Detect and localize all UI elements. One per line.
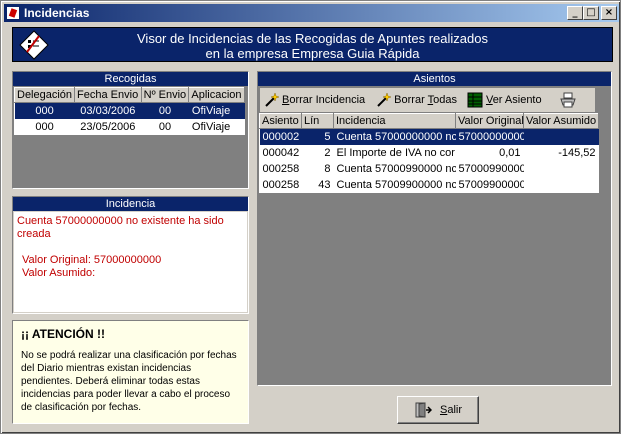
incidencia-title: Incidencia: [13, 197, 248, 211]
borrar-incidencia-button[interactable]: Borrar Incidencia: [260, 89, 368, 111]
printer-icon: [559, 92, 576, 108]
cell-delegacion: 000: [14, 102, 75, 119]
col-incidencia[interactable]: Incidencia: [333, 113, 456, 129]
cell-incidencia: El Importe de IVA no cor: [336, 146, 455, 159]
table-row[interactable]: 000258 43 Cuenta 57009900000 nc 57009900…: [260, 177, 599, 193]
col-delegacion[interactable]: Delegación: [13, 87, 76, 103]
cell-asiento: 000258: [262, 178, 300, 191]
cell-lin: 43: [318, 178, 331, 191]
col-valor-original[interactable]: Valor Original: [455, 113, 524, 129]
cell-incidencia: Cuenta 57000990000 nc: [336, 162, 456, 175]
incidencia-line2: creada: [17, 228, 51, 240]
cell-valor-asumido: [524, 161, 599, 177]
table-row[interactable]: 000042 2 El Importe de IVA no cor 0,01 -…: [260, 145, 599, 161]
cell-valor-original: 57009900000: [458, 178, 524, 191]
col-valor-asumido[interactable]: Valor Asumido: [523, 113, 599, 129]
recogidas-panel: Recogidas Delegación Fecha Envio Nº Envi…: [12, 71, 249, 189]
atencion-notice: ¡¡ ATENCIÓN !! No se podrá realizar una …: [12, 320, 249, 424]
incidencia-panel: Incidencia Cuenta 57000000000 no existen…: [12, 196, 249, 314]
cell-asiento: 000002: [259, 128, 302, 145]
grid-table-icon: [467, 92, 483, 108]
col-aplicacion[interactable]: Aplicacion: [188, 87, 245, 103]
cell-n-envio: 00: [141, 102, 189, 119]
cell-n-envio: 00: [158, 120, 172, 133]
incidencia-detail: Cuenta 57000000000 no existente ha sido …: [14, 212, 247, 312]
cell-asiento: 000258: [262, 162, 300, 175]
cell-valor-original: 57000990000: [458, 162, 524, 175]
cell-fecha-envio: 03/03/2006: [74, 102, 142, 119]
cell-delegacion: 000: [35, 120, 54, 133]
cell-valor-original: 0,01: [499, 146, 521, 159]
col-lin[interactable]: Lín: [301, 113, 334, 129]
cell-lin: 5: [301, 128, 334, 145]
cell-valor-asumido: [523, 128, 599, 145]
table-row[interactable]: 000 23/05/2006 00 OfiViaje: [15, 119, 245, 135]
atencion-text: No se podrá realizar una clasificación p…: [21, 350, 237, 413]
table-row[interactable]: 000 03/03/2006 00 OfiViaje: [14, 102, 245, 119]
incidencia-line1: Cuenta 57000000000 no existente ha sido: [17, 215, 224, 227]
header-banner: Visor de Incidencias de las Recogidas de…: [12, 27, 613, 62]
ver-asiento-button[interactable]: Ver Asiento: [464, 89, 545, 111]
cell-aplicacion: OfiViaje: [188, 102, 245, 119]
col-fecha-envio[interactable]: Fecha Envio: [74, 87, 142, 103]
salir-label: Salir: [439, 404, 462, 416]
close-button[interactable]: ×: [601, 6, 617, 20]
asientos-title: Asientos: [258, 72, 611, 86]
header-line2: en la empresa Empresa Guia Rápida: [205, 46, 420, 61]
cell-aplicacion: OfiViaje: [191, 120, 231, 133]
cell-incidencia: Cuenta 57009900000 nc: [336, 178, 456, 191]
valor-original-text: Valor Original: 57000000000: [22, 254, 162, 266]
asientos-panel: Asientos Borrar Incidencia Borrar Todas: [257, 71, 612, 386]
asientos-toolbar: Borrar Incidencia Borrar Todas Ver Asien…: [260, 88, 595, 112]
cell-incidencia: Cuenta 57000000000 nc: [333, 128, 456, 145]
cell-valor-asumido: [524, 177, 599, 193]
app-icon: [6, 6, 20, 20]
valor-asumido-text: Valor Asumido:: [22, 267, 96, 279]
asientos-grid[interactable]: Asiento Lín Incidencia Valor Original Va…: [259, 113, 599, 195]
ver-asiento-label: Ver Asiento: [485, 94, 542, 106]
cell-lin: 2: [324, 146, 331, 159]
magic-wand-icon: [265, 92, 279, 107]
recogidas-title: Recogidas: [13, 72, 248, 86]
title-bar: Incidencias _ □ ×: [4, 4, 619, 22]
table-row[interactable]: 000002 5 Cuenta 57000000000 nc 570000000…: [259, 128, 599, 145]
cell-asiento: 000042: [262, 146, 300, 159]
col-n-envio[interactable]: Nº Envio: [140, 87, 190, 103]
cell-fecha-envio: 23/05/2006: [80, 120, 136, 133]
header-line1: Visor de Incidencias de las Recogidas de…: [137, 31, 488, 46]
borrar-todas-label: Borrar Todas: [394, 94, 457, 106]
atencion-title: ¡¡ ATENCIÓN !!: [21, 327, 105, 341]
print-button[interactable]: [557, 89, 582, 111]
maximize-button[interactable]: □: [583, 6, 599, 20]
cell-valor-original: 57000000000: [455, 128, 524, 145]
incidencias-window: Incidencias _ □ × Visor de Incidencias d…: [0, 0, 621, 434]
magic-wand-icon: [377, 92, 392, 107]
minimize-button[interactable]: _: [567, 6, 583, 20]
recogidas-grid[interactable]: Delegación Fecha Envio Nº Envio Aplicaci…: [13, 87, 247, 135]
exit-door-icon: [415, 402, 432, 418]
borrar-incidencia-label: Borrar Incidencia: [282, 94, 366, 106]
salir-button[interactable]: Salir: [397, 396, 479, 424]
cell-valor-asumido: -145,52: [558, 146, 596, 159]
table-row[interactable]: 000258 8 Cuenta 57000990000 nc 570009900…: [260, 161, 599, 177]
col-asiento[interactable]: Asiento: [259, 113, 302, 129]
cell-lin: 8: [324, 162, 331, 175]
borrar-todas-button[interactable]: Borrar Todas: [372, 89, 460, 111]
window-title: Incidencias: [24, 6, 90, 20]
